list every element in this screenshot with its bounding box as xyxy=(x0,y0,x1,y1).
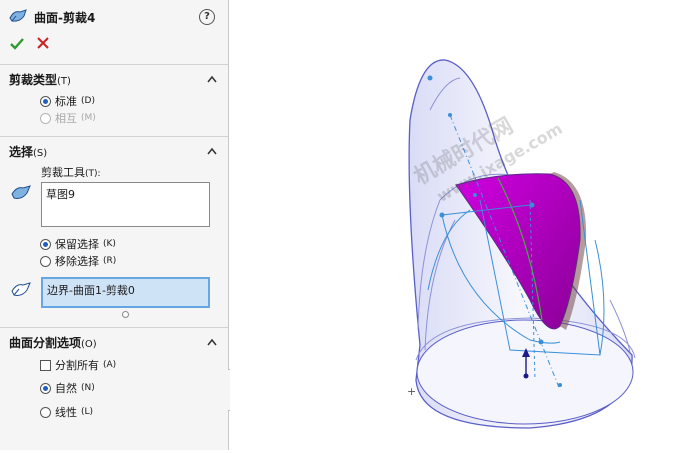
trim-tool-selection-icon xyxy=(10,184,32,205)
surface-trim-icon xyxy=(8,8,28,27)
pieces-to-keep-listbox[interactable]: 边界-曲面1-剪裁0 xyxy=(41,277,210,308)
linear-radio[interactable]: 线性 (L) xyxy=(40,404,93,420)
help-button[interactable]: ? xyxy=(199,9,215,25)
check-icon[interactable] xyxy=(9,36,25,55)
resize-handle[interactable] xyxy=(122,311,129,318)
selections-title[interactable]: 选择(S) xyxy=(9,143,47,160)
natural-radio[interactable]: 自然 (N) xyxy=(40,380,95,396)
remove-selections-radio[interactable]: 移除选择 (R) xyxy=(40,253,116,269)
graphics-viewport[interactable]: + 机械时代网 www.jxage.com xyxy=(230,0,700,450)
feature-title: 曲面-剪裁4 xyxy=(34,10,96,25)
keep-selections-radio[interactable]: 保留选择 (K) xyxy=(40,236,116,252)
surface-split-options-title[interactable]: 曲面分割选项(O) xyxy=(9,334,97,351)
property-manager-panel: 曲面-剪裁4 ? 剪裁类型(T) 标准 (D) 相互 (M) 选择(S) 剪裁工具(… xyxy=(0,0,229,450)
origin-marker: + xyxy=(407,385,416,398)
split-all-checkbox[interactable]: 分割所有 (A) xyxy=(40,357,116,373)
trim-tool-label: 剪裁工具(T): xyxy=(41,166,101,179)
trim-tool-item[interactable]: 草图9 xyxy=(46,188,75,201)
divider xyxy=(0,136,229,137)
model-view[interactable]: + 机械时代网 www.jxage.com xyxy=(230,0,700,450)
divider xyxy=(0,64,229,65)
trim-type-mutual-radio: 相互 (M) xyxy=(40,110,96,126)
chevron-up-icon[interactable] xyxy=(207,75,217,83)
close-icon[interactable] xyxy=(36,36,50,53)
chevron-up-icon[interactable] xyxy=(207,338,217,346)
divider xyxy=(0,327,229,328)
trim-type-standard-radio[interactable]: 标准 (D) xyxy=(40,93,95,109)
feature-header: 曲面-剪裁4 xyxy=(8,8,95,26)
chevron-up-icon[interactable] xyxy=(207,147,217,155)
trim-tool-listbox[interactable]: 草图9 xyxy=(41,182,210,227)
pieces-selection-icon xyxy=(10,281,32,302)
pieces-item[interactable]: 边界-曲面1-剪裁0 xyxy=(47,284,135,297)
trim-type-title[interactable]: 剪裁类型(T) xyxy=(9,71,71,88)
